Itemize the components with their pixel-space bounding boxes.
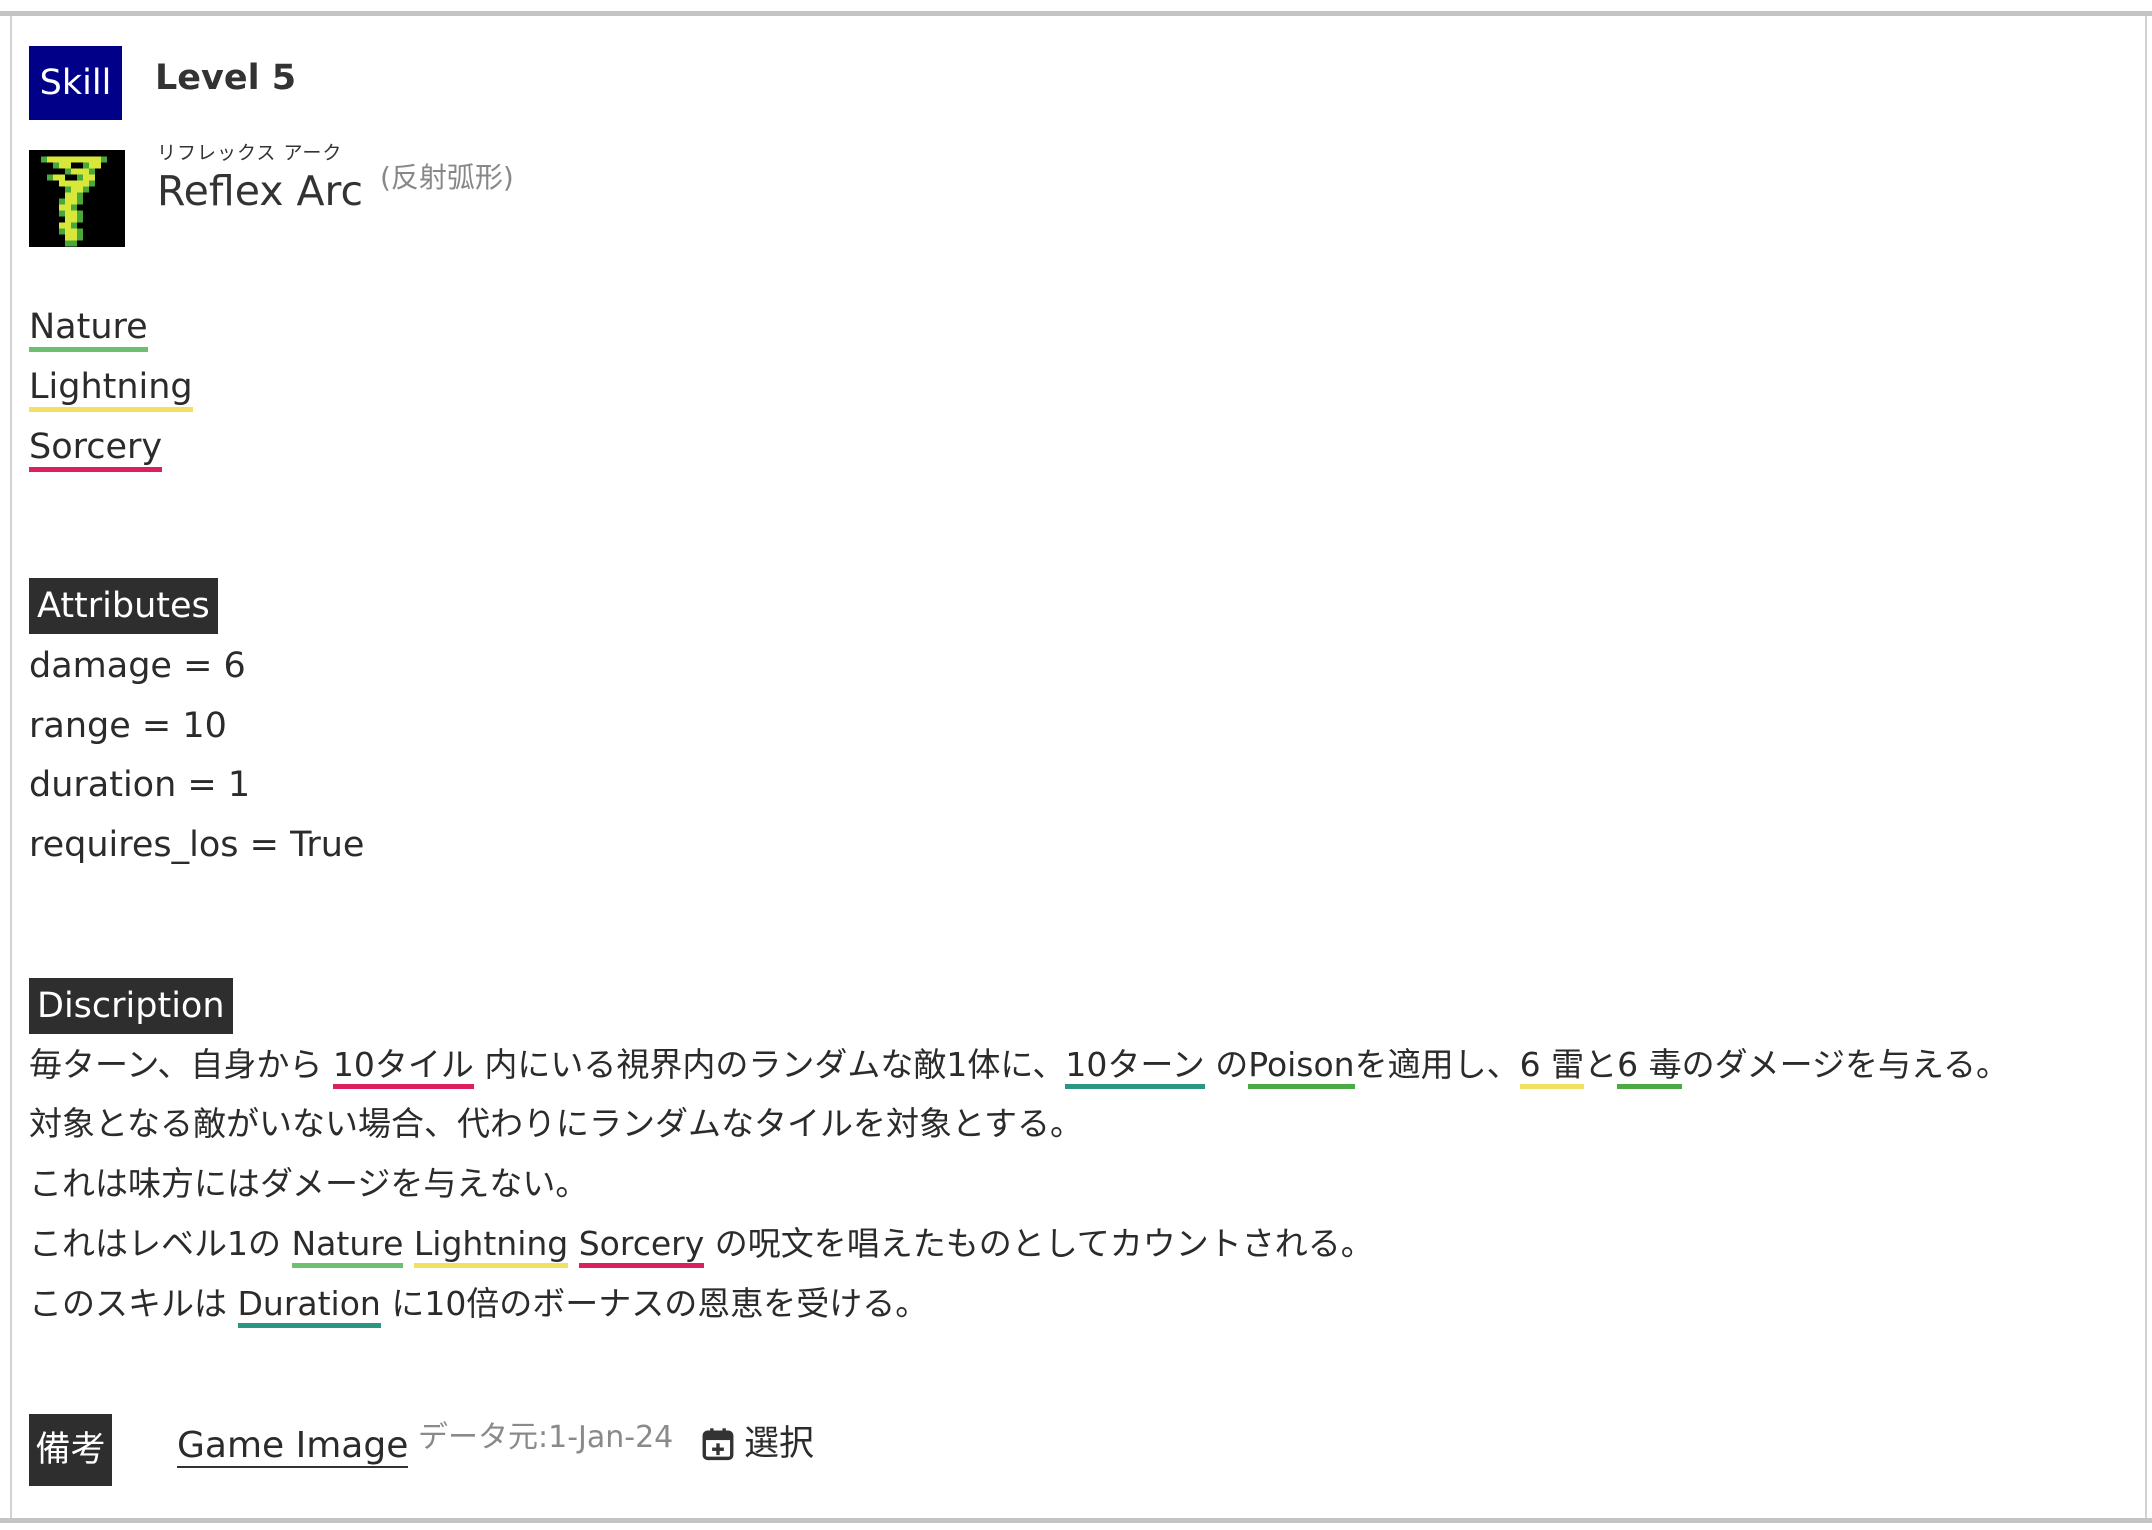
tag-lightning[interactable]: Lightning — [29, 365, 193, 412]
tag-nature[interactable]: Nature — [29, 305, 148, 352]
keyword-duration-bonus[interactable]: Duration — [237, 1284, 381, 1328]
tag-sorcery[interactable]: Sorcery — [29, 425, 163, 472]
lightning-serpent-pixel-icon — [29, 150, 125, 247]
attributes-heading: Attributes — [29, 578, 218, 634]
attribute-duration: duration = 1 — [29, 765, 251, 805]
keyword-poison[interactable]: Poison — [1248, 1045, 1355, 1089]
data-source-text: データ元:1-Jan-24 — [418, 1420, 674, 1455]
spell-name-ruby: リフレックス アーク — [157, 142, 343, 164]
frame-right-border — [2145, 16, 2147, 1518]
game-image-link[interactable]: Game Image — [177, 1422, 409, 1470]
frame-bottom-border — [0, 1518, 2152, 1523]
keyword-sorcery[interactable]: Sorcery — [578, 1224, 705, 1268]
keyword-duration[interactable]: 10ターン — [1065, 1045, 1205, 1089]
description-line-4: これはレベル1の Nature Lightning Sorcery の呪文を唱え… — [29, 1222, 1374, 1268]
skill-type-badge: Skill — [29, 46, 122, 120]
description-heading: Discription — [29, 978, 233, 1034]
keyword-lightning-damage[interactable]: 6 雷 — [1519, 1045, 1585, 1089]
note-badge: 備考 — [29, 1414, 112, 1486]
description-line-3: これは味方にはダメージを与えない。 — [29, 1164, 589, 1203]
select-button[interactable]: 選択 — [702, 1420, 814, 1468]
skill-level: Level 5 — [155, 58, 297, 98]
frame-top-border — [0, 11, 2152, 16]
attribute-range: range = 10 — [29, 706, 227, 746]
keyword-range[interactable]: 10タイル — [332, 1045, 474, 1089]
attribute-damage: damage = 6 — [29, 646, 246, 686]
spell-name: Reflex Arc — [157, 167, 364, 215]
calendar-plus-icon — [702, 1428, 734, 1461]
attribute-requires-los: requires_los = True — [29, 825, 365, 865]
keyword-nature[interactable]: Nature — [291, 1224, 404, 1268]
description-line-2: 対象となる敵がいない場合、代わりにランダムなタイルを対象とする。 — [29, 1104, 1084, 1143]
description-line-1: 毎ターン、自身から 10タイル 内にいる視界内のランダムな敵1体に、10ターン … — [29, 1043, 2009, 1089]
frame-left-border — [10, 16, 12, 1518]
keyword-lightning[interactable]: Lightning — [413, 1224, 569, 1268]
description-line-5: このスキルは Duration に10倍のボーナスの恩恵を受ける。 — [29, 1282, 928, 1328]
keyword-poison-damage[interactable]: 6 毒 — [1617, 1045, 1682, 1089]
select-label: 選択 — [744, 1424, 815, 1464]
spell-name-japanese: (反射弧形) — [380, 161, 514, 194]
